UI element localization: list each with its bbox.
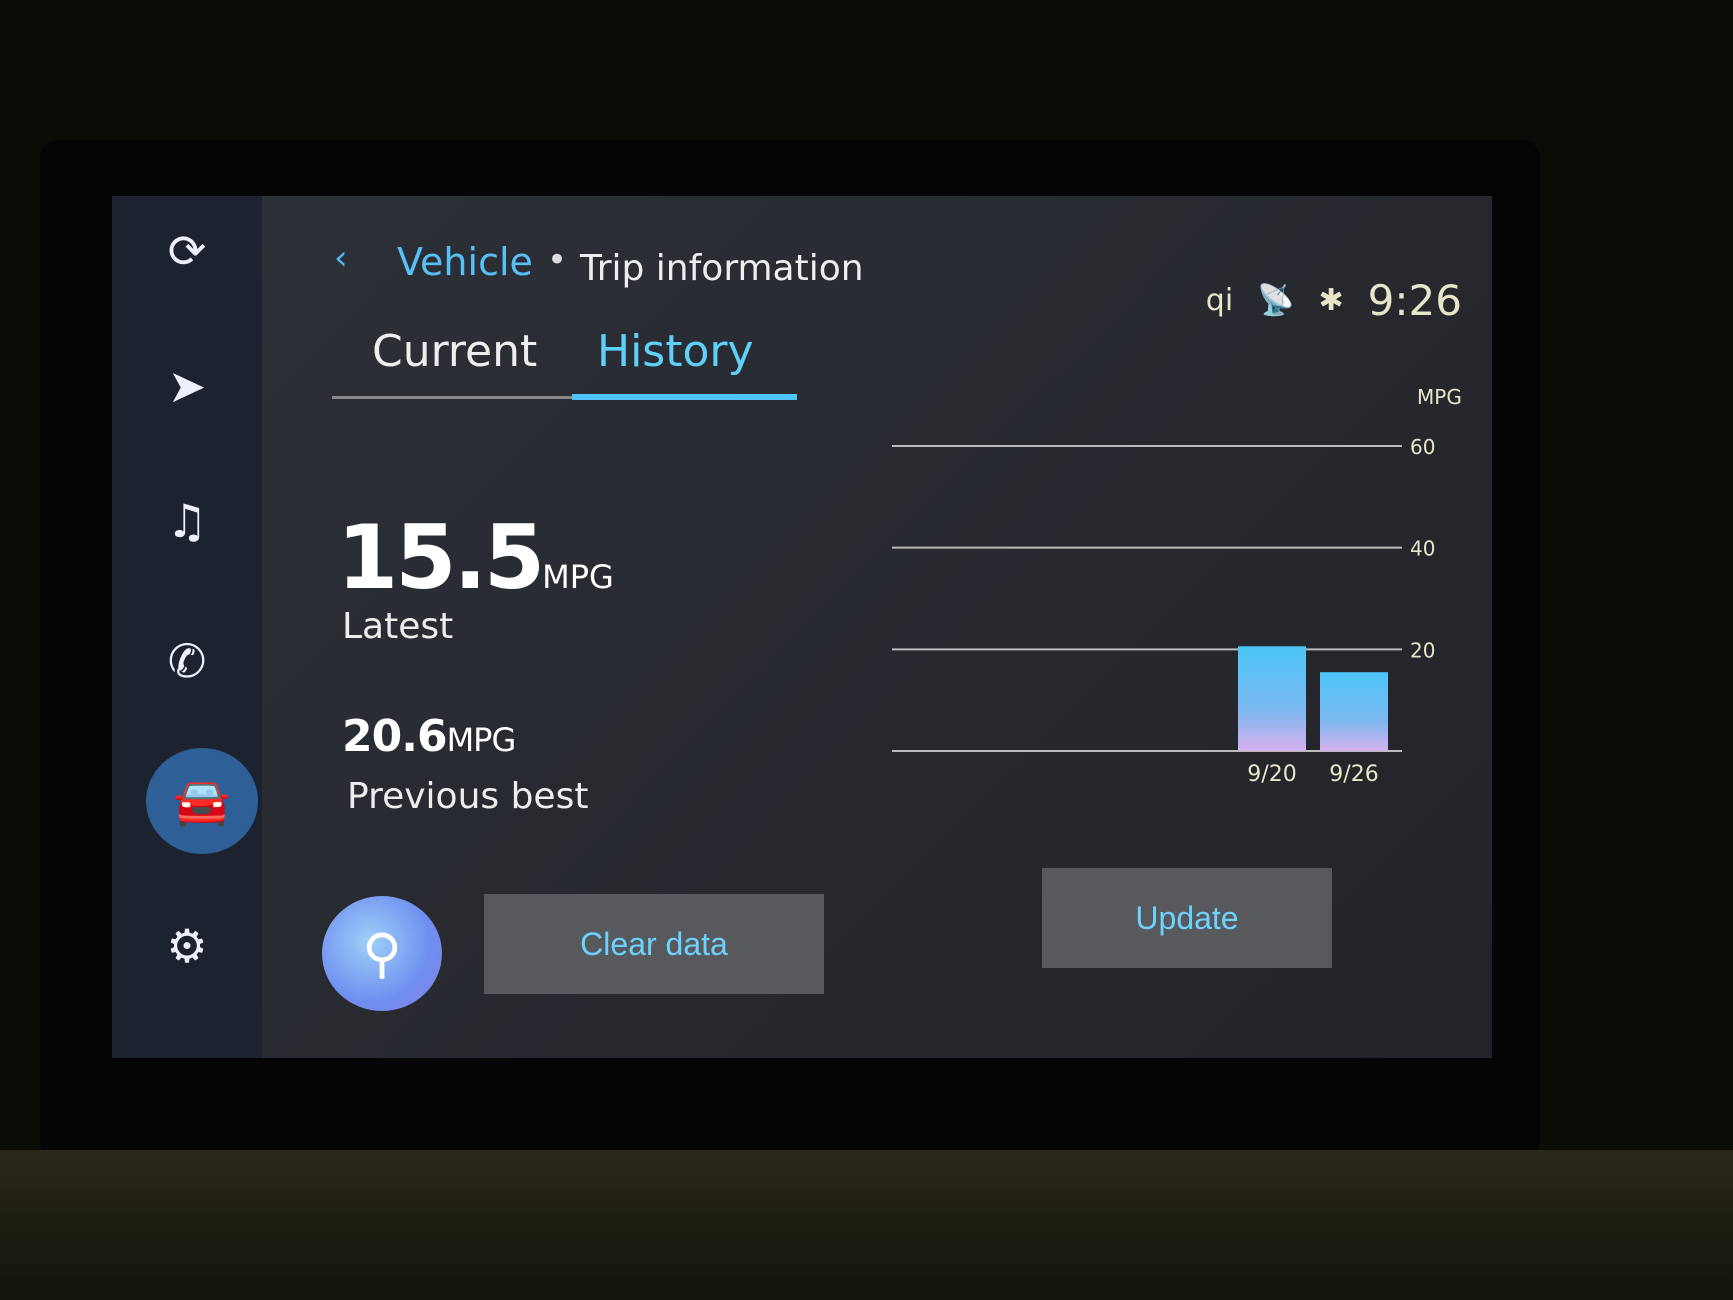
page-title: Trip information [580, 248, 864, 289]
sidebar: ⟳ ➤ ♫ ✆ 🚘 ⚙ [112, 196, 262, 1058]
carplay-icon[interactable]: ⟳ [142, 206, 232, 296]
tab-current[interactable]: Current [372, 326, 537, 377]
music-icon[interactable]: ♫ [142, 476, 232, 566]
dashboard [0, 1150, 1733, 1300]
infotainment-screen: ⟳ ➤ ♫ ✆ 🚘 ⚙ ‹ Vehicle • Trip information… [112, 196, 1492, 1058]
search-button[interactable]: ⚲ [322, 896, 442, 1011]
update-button[interactable]: Update [1042, 868, 1332, 968]
x-tick-label: 9/26 [1329, 762, 1378, 787]
navigation-icon[interactable]: ➤ [142, 341, 232, 431]
back-button[interactable]: ‹ [334, 238, 348, 278]
tab-indicator [572, 394, 797, 400]
y-axis-unit: MPG [1417, 385, 1462, 409]
mpg-history-chart: MPG 20 40 60 9/20 9/26 [892, 385, 1462, 787]
clear-data-button[interactable]: Clear data [484, 894, 824, 994]
search-icon: ⚲ [362, 922, 402, 985]
latest-label: Latest [342, 606, 454, 647]
bar-9-20 [1238, 646, 1306, 751]
y-tick-label: 40 [1410, 537, 1435, 561]
latest-mpg: 15.5MPG [337, 506, 614, 609]
breadcrumb-vehicle[interactable]: Vehicle [397, 240, 533, 284]
y-tick-label: 60 [1410, 435, 1435, 459]
bar-9-26 [1320, 672, 1388, 751]
phone-icon[interactable]: ✆ [142, 616, 232, 706]
bluetooth-icon: ✱ [1318, 283, 1344, 318]
clock: 9:26 [1367, 276, 1462, 325]
best-label: Previous best [347, 776, 589, 817]
x-tick-label: 9/20 [1247, 762, 1296, 787]
best-value: 20.6 [342, 711, 448, 762]
wireless-charging-icon: qi [1205, 283, 1234, 318]
car-icon[interactable]: 🚘 [146, 748, 258, 854]
gear-icon[interactable]: ⚙ [142, 901, 232, 991]
connected-services-icon: 📡 [1257, 283, 1295, 318]
tab-bar: Current History [332, 326, 797, 400]
tab-history[interactable]: History [597, 326, 754, 377]
breadcrumb-separator: • [547, 240, 568, 280]
best-unit: MPG [446, 721, 517, 759]
latest-value: 15.5 [337, 506, 545, 609]
y-tick-label: 20 [1410, 638, 1435, 662]
latest-unit: MPG [542, 558, 614, 596]
status-bar: qi 📡 ✱ 9:26 [1206, 276, 1462, 325]
best-mpg: 20.6MPG [342, 711, 517, 762]
